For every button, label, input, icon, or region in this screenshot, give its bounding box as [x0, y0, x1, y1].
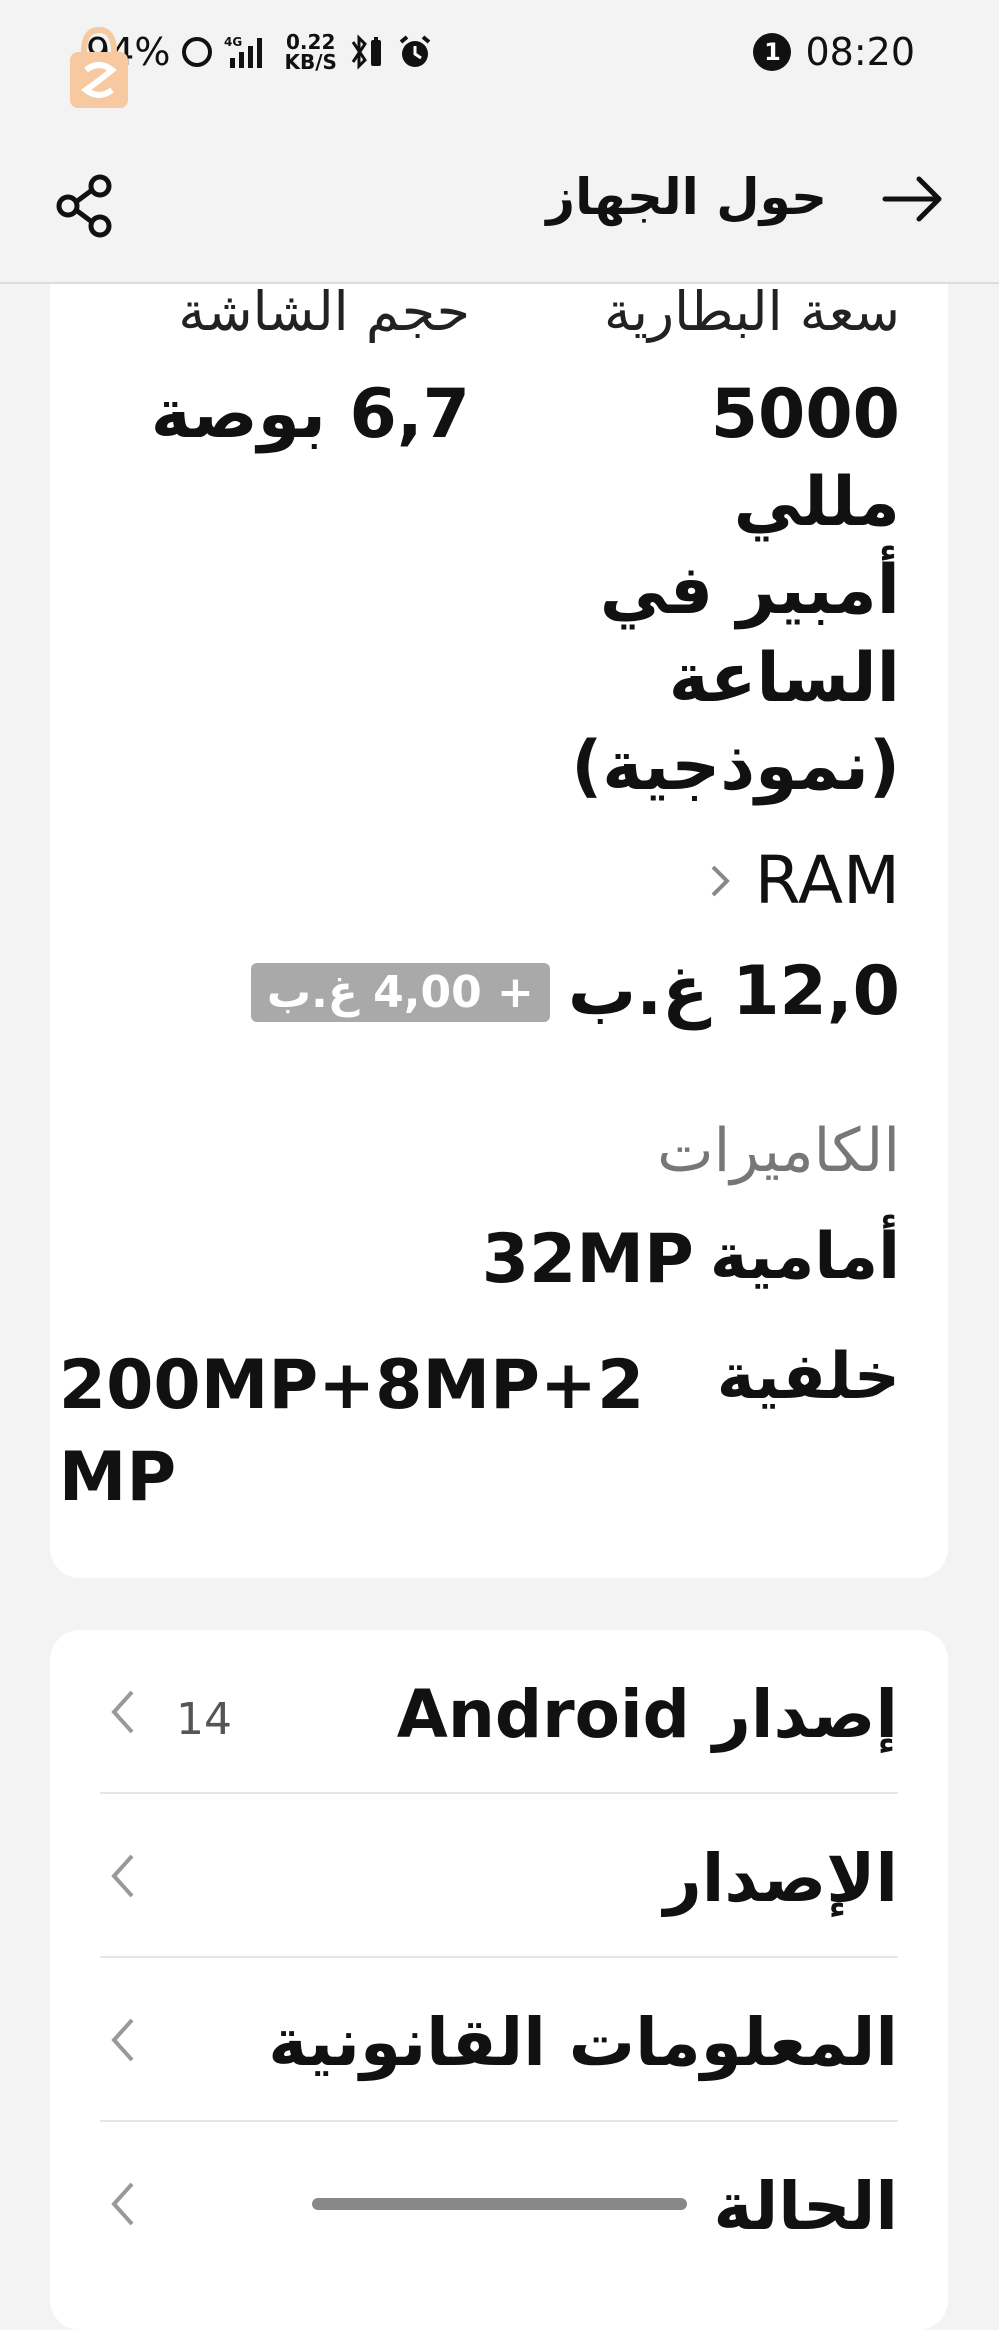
bluetooth-battery-icon	[347, 34, 387, 70]
ram-row[interactable]: RAM	[709, 842, 900, 919]
battery-ring-icon	[180, 35, 214, 69]
chevron-left-icon	[111, 2018, 134, 2062]
chevron-left-icon	[111, 2182, 134, 2226]
ram-value: 12,0 غ.ب	[567, 952, 900, 1031]
status-left: 94% 4G 0.22 KB/S	[86, 30, 433, 74]
spec-screen: حجم الشاشة 6,7 بوصة	[110, 280, 470, 459]
top-app-bar: حول الجهاز	[0, 110, 999, 284]
list-item-label: الحالة	[713, 2168, 898, 2245]
spec-battery: سعة البطارية 5000 مللي أمبير في الساعة (…	[560, 280, 900, 811]
list-item-version[interactable]: الإصدار	[100, 1794, 898, 1958]
list-item-legal-info[interactable]: المعلومات القانونية	[100, 1958, 898, 2122]
svg-text:4G: 4G	[224, 35, 242, 49]
gesture-home-bar[interactable]	[312, 2198, 687, 2210]
list-item-label: الإصدار	[663, 1840, 898, 1917]
arrow-right-icon	[882, 176, 942, 222]
list-item-label: إصدار Android	[396, 1676, 898, 1753]
camera-front-row: أمامية 32MP	[482, 1220, 900, 1299]
ram-value-row: 12,0 غ.ب + 4,00 غ.ب	[250, 948, 900, 1036]
ram-extension-badge: + 4,00 غ.ب	[250, 962, 550, 1022]
net-speed: 0.22 KB/S	[284, 32, 336, 72]
battery-value: 5000 مللي أمبير في الساعة (نموذجية)	[571, 375, 900, 806]
camera-rear-label: خلفية	[716, 1340, 900, 1414]
back-button[interactable]	[881, 174, 945, 224]
screen-label: حجم الشاشة	[178, 280, 470, 343]
status-bar: 94% 4G 0.22 KB/S 1 08:20	[0, 0, 999, 110]
status-right: 1 08:20	[753, 30, 915, 74]
signal-4g-icon: 4G	[224, 34, 274, 70]
chevron-right-icon	[711, 865, 730, 896]
battery-percent: 94%	[86, 30, 171, 74]
alarm-icon	[397, 34, 433, 70]
list-item-android-version[interactable]: إصدار Android 14	[100, 1630, 898, 1794]
info-list-card: إصدار Android 14 الإصدار المعلومات القان…	[50, 1630, 948, 2330]
chevron-left-icon	[111, 1690, 134, 1734]
net-speed-unit: KB/S	[284, 50, 337, 74]
share-button[interactable]	[54, 174, 118, 238]
ram-label: RAM	[754, 842, 900, 919]
page-title: حول الجهاز	[546, 168, 827, 226]
camera-rear-value: 200MP+8MP+2MP	[58, 1346, 645, 1517]
list-item-value: 14	[176, 1694, 232, 1745]
chevron-left-icon	[111, 1854, 134, 1898]
camera-rear-row: خلفية 200MP+8MP+2MP	[59, 1340, 900, 1524]
camera-front-label: أمامية	[709, 1220, 900, 1294]
specs-card: سعة البطارية 5000 مللي أمبير في الساعة (…	[50, 230, 948, 1578]
camera-front-value: 32MP	[481, 1220, 694, 1299]
screen-value: 6,7 بوصة	[150, 375, 470, 454]
list-item-label: المعلومات القانونية	[268, 2004, 898, 2081]
cameras-label: الكاميرات	[657, 1116, 900, 1186]
battery-label: سعة البطارية	[604, 280, 900, 343]
clock: 08:20	[805, 30, 915, 74]
share-icon	[56, 174, 112, 238]
notification-badge: 1	[753, 33, 792, 71]
